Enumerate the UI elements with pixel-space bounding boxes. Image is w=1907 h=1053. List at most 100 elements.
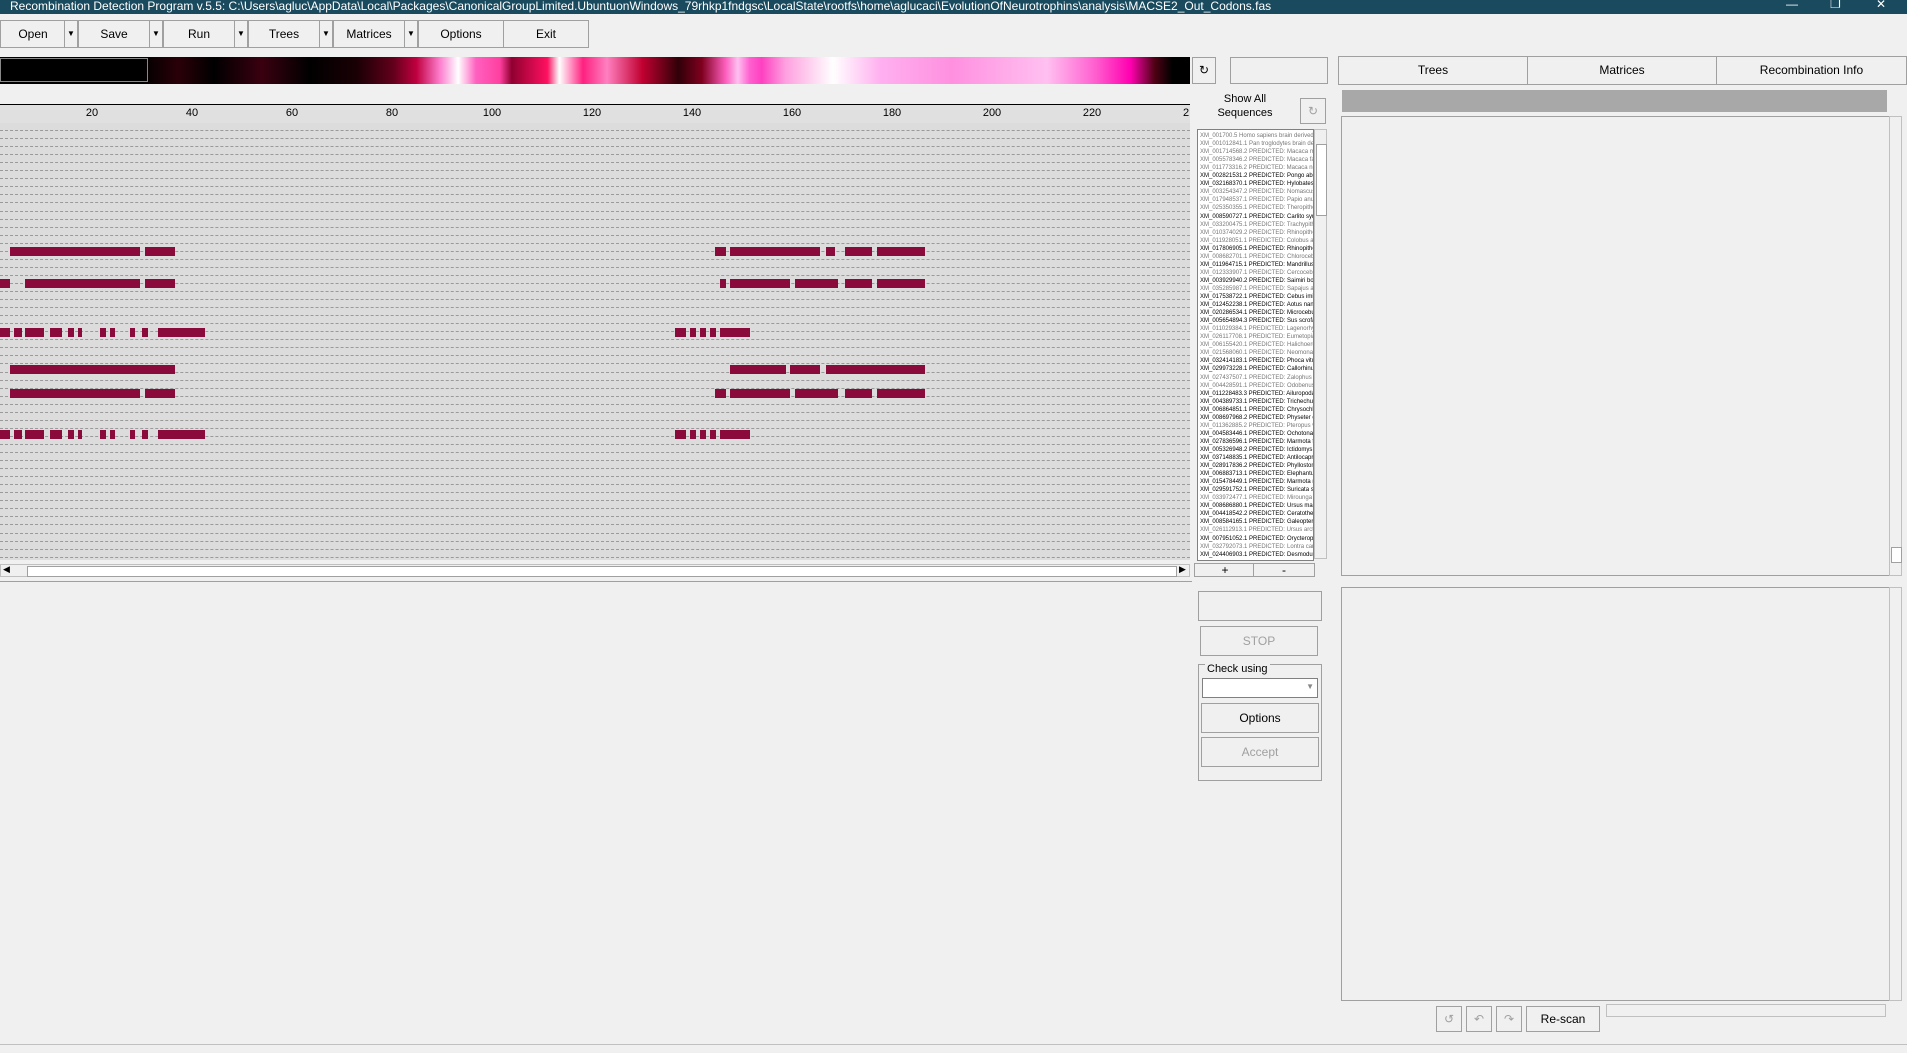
lower-panel-scrollbar[interactable] bbox=[1889, 587, 1902, 1001]
refresh-icon[interactable]: ↻ bbox=[1192, 57, 1216, 84]
sequence-list-item[interactable]: XM_008682701.1 PREDICTED: Chlorocebu bbox=[1200, 254, 1313, 260]
sequence-list-item[interactable]: XM_008584165.1 PREDICTED: Galeopterus bbox=[1200, 519, 1313, 525]
recombination-segment[interactable] bbox=[845, 389, 872, 398]
recombination-segment[interactable] bbox=[845, 247, 872, 256]
sequence-list-item[interactable]: XM_029591752.1 PREDICTED: Suricata su bbox=[1200, 487, 1313, 493]
recombination-segment[interactable] bbox=[142, 328, 148, 337]
sequence-list-item[interactable]: XM_010374029.2 PREDICTED: Rhinopithec bbox=[1200, 230, 1313, 236]
recombination-segment[interactable] bbox=[10, 247, 140, 256]
tab-trees[interactable]: Trees bbox=[1338, 56, 1528, 85]
trees-dropdown-icon[interactable]: ▼ bbox=[319, 20, 333, 48]
sequence-list-item[interactable]: XM_021568060.1 PREDICTED: Neomonach bbox=[1200, 350, 1313, 356]
check-using-select[interactable]: ▼ bbox=[1202, 678, 1318, 698]
sequence-list-item[interactable]: XM_011228483.3 PREDICTED: Ailuropoda r bbox=[1200, 391, 1313, 397]
sequence-list-item[interactable]: XM_028917836.2 PREDICTED: Phyllostom bbox=[1200, 463, 1313, 469]
recombination-segment[interactable] bbox=[826, 365, 925, 374]
sequence-list-item[interactable]: XM_037148835.1 PREDICTED: Antilocapra bbox=[1200, 455, 1313, 461]
recombination-segment[interactable] bbox=[795, 279, 838, 288]
sequence-list-item[interactable]: XM_035285987.1 PREDICTED: Sapajus ap bbox=[1200, 286, 1313, 292]
sequence-list-item[interactable]: XM_027836596.1 PREDICTED: Marmota fl bbox=[1200, 439, 1313, 445]
tab-matrices[interactable]: Matrices bbox=[1527, 56, 1717, 85]
recombination-segment[interactable] bbox=[730, 247, 820, 256]
recombination-segment[interactable] bbox=[10, 389, 140, 398]
scroll-thumb[interactable] bbox=[1316, 144, 1327, 216]
sequence-list-item[interactable]: XM_029973228.1 PREDICTED: Callorhinus bbox=[1200, 366, 1313, 372]
blank-button[interactable] bbox=[1198, 591, 1322, 621]
sequence-list-item[interactable]: XM_017538722.1 PREDICTED: Cebus imita bbox=[1200, 294, 1313, 300]
recombination-segment[interactable] bbox=[25, 279, 140, 288]
sequence-list-item[interactable]: XM_032414183.1 PREDICTED: Phoca vitul bbox=[1200, 358, 1313, 364]
rotate-left-icon[interactable]: ↶ bbox=[1466, 1006, 1492, 1032]
recombination-segment[interactable] bbox=[130, 430, 135, 439]
recombination-segment[interactable] bbox=[730, 389, 790, 398]
recombination-segment[interactable] bbox=[710, 328, 716, 337]
undo-icon[interactable]: ↺ bbox=[1436, 1006, 1462, 1032]
recombination-segment[interactable] bbox=[142, 430, 148, 439]
recombination-segment[interactable] bbox=[715, 389, 726, 398]
recombination-segment[interactable] bbox=[710, 430, 716, 439]
refresh-sequences-icon[interactable]: ↻ bbox=[1300, 98, 1326, 124]
sequence-list-item[interactable]: XM_011928051.1 PREDICTED: Colobus ang bbox=[1200, 238, 1313, 244]
sequence-list-item[interactable]: XM_004583446.1 PREDICTED: Ochotona p bbox=[1200, 431, 1313, 437]
minimize-button[interactable]: — bbox=[1786, 0, 1798, 10]
lower-horizontal-scrollbar[interactable] bbox=[1606, 1004, 1886, 1017]
recombination-segment[interactable] bbox=[100, 430, 106, 439]
sequence-list-item[interactable]: XM_005654894.3 PREDICTED: Sus scrofa bbox=[1200, 318, 1313, 324]
sequence-list-item[interactable]: XM_001012841.1 Pan troglodytes brain der… bbox=[1200, 141, 1313, 147]
tree-panel-scrollbar[interactable] bbox=[1889, 116, 1902, 576]
sequence-list-item[interactable]: XM_012452238.1 PREDICTED: Aotus nanc bbox=[1200, 302, 1313, 308]
sequence-list-item[interactable]: XM_008686880.1 PREDICTED: Ursus marit bbox=[1200, 503, 1313, 509]
tree-display-panel[interactable] bbox=[1341, 116, 1890, 576]
recombination-segment[interactable] bbox=[145, 279, 175, 288]
recombination-segment[interactable] bbox=[877, 389, 925, 398]
sequence-list-item[interactable]: XM_001714568.2 PREDICTED: Macaca mu bbox=[1200, 149, 1313, 155]
sequence-list-item[interactable]: XM_007951052.1 PREDICTED: Orycteropus bbox=[1200, 536, 1313, 542]
recombination-segment[interactable] bbox=[50, 430, 62, 439]
options-button[interactable]: Options bbox=[418, 20, 504, 48]
sequence-list-item[interactable]: XM_017806905.1 PREDICTED: Rhinopithec bbox=[1200, 246, 1313, 252]
lower-right-display[interactable] bbox=[1341, 587, 1890, 1001]
stop-button[interactable]: STOP bbox=[1200, 626, 1318, 656]
scroll-left-icon[interactable]: ◀ bbox=[3, 564, 10, 575]
remove-sequence-button[interactable]: - bbox=[1253, 563, 1315, 577]
recombination-segment[interactable] bbox=[145, 389, 175, 398]
sequence-list-item[interactable]: XM_011362885.2 PREDICTED: Pteropus v bbox=[1200, 423, 1313, 429]
sequence-list-item[interactable]: XM_002821531.2 PREDICTED: Pongo abeli bbox=[1200, 173, 1313, 179]
recombination-segment[interactable] bbox=[730, 365, 786, 374]
open-dropdown-icon[interactable]: ▼ bbox=[64, 20, 78, 48]
recombination-segment[interactable] bbox=[130, 328, 135, 337]
sequence-list-item[interactable]: XM_026112913.1 PREDICTED: Ursus arcto bbox=[1200, 527, 1313, 533]
recombination-segment[interactable] bbox=[720, 328, 750, 337]
rescan-button[interactable]: Re-scan bbox=[1526, 1006, 1600, 1032]
recombination-segment[interactable] bbox=[730, 279, 790, 288]
recombination-segment[interactable] bbox=[14, 430, 22, 439]
recombination-segment[interactable] bbox=[720, 430, 750, 439]
sequence-list-item[interactable]: XM_008590727.1 PREDICTED: Carlito syric bbox=[1200, 214, 1313, 220]
sequence-list-item[interactable]: XM_006155420.1 PREDICTED: Halichoerus bbox=[1200, 342, 1313, 348]
scroll-right-icon[interactable]: ▶ bbox=[1179, 564, 1186, 575]
recombination-segment[interactable] bbox=[158, 328, 205, 337]
recombination-segment[interactable] bbox=[877, 247, 925, 256]
sequence-list-item[interactable]: XM_033972477.1 PREDICTED: Mirounga le bbox=[1200, 495, 1313, 501]
recombination-segment[interactable] bbox=[690, 430, 696, 439]
sequence-list[interactable]: XM_001700.5 Homo sapiens brain derived n… bbox=[1197, 129, 1314, 561]
sequence-list-item[interactable]: XM_011773316.2 PREDICTED: Macaca nem bbox=[1200, 165, 1313, 171]
sequence-list-item[interactable]: XM_033200475.1 PREDICTED: Trachypithe bbox=[1200, 222, 1313, 228]
sequence-list-item[interactable]: XM_025350355.1 PREDICTED: Theropithec bbox=[1200, 205, 1313, 211]
matrices-dropdown-icon[interactable]: ▼ bbox=[404, 20, 418, 48]
recombination-segment[interactable] bbox=[826, 247, 835, 256]
run-button[interactable]: Run bbox=[163, 20, 235, 48]
recombination-segment[interactable] bbox=[0, 279, 10, 288]
recombination-segment[interactable] bbox=[715, 247, 726, 256]
matrices-button[interactable]: Matrices bbox=[333, 20, 405, 48]
save-button[interactable]: Save bbox=[78, 20, 150, 48]
recombination-segment[interactable] bbox=[877, 279, 925, 288]
sequence-list-item[interactable]: XM_003254347.2 PREDICTED: Nomascus bbox=[1200, 189, 1313, 195]
recombination-segment[interactable] bbox=[675, 430, 686, 439]
recombination-overview-bar[interactable] bbox=[0, 57, 1190, 84]
sequence-list-item[interactable]: XM_012333907.1 PREDICTED: Cercocebus bbox=[1200, 270, 1313, 276]
recombination-segment[interactable] bbox=[10, 365, 175, 374]
sequence-list-item[interactable]: XM_026117708.1 PREDICTED: Eumetopias bbox=[1200, 334, 1313, 340]
rotate-right-icon[interactable]: ↷ bbox=[1496, 1006, 1522, 1032]
sequence-list-item[interactable]: XM_011964715.1 PREDICTED: Mandrillus l bbox=[1200, 262, 1313, 268]
